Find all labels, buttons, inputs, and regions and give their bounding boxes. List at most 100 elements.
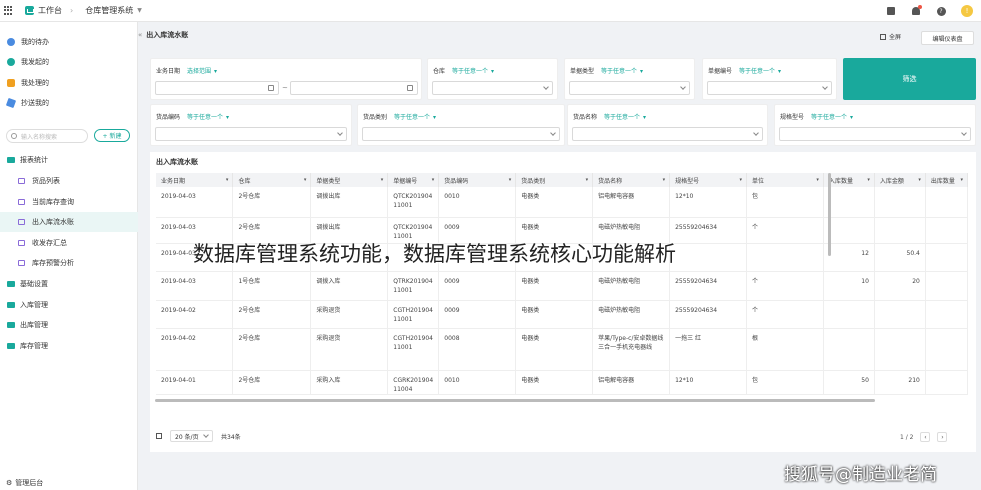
pagination-left: 20 条/页 共34条: [156, 430, 241, 442]
sidebar-item-cc[interactable]: 抄送我的: [0, 93, 138, 113]
sidebar-item-initiated[interactable]: 我发起的: [0, 52, 138, 72]
filter-operator[interactable]: 等于任意一个: [811, 114, 847, 121]
filter-button[interactable]: 筛选: [843, 58, 976, 100]
filter-operator[interactable]: 等于任意一个: [394, 114, 430, 121]
table-row[interactable]: 2019-04-02 2号仓库 采购退货 CGTH20190411001 0008 电器类…: [156, 328, 968, 371]
filter-operator[interactable]: 等于任意一个: [739, 68, 775, 75]
new-button[interactable]: + 新建: [94, 129, 130, 142]
caret-down-icon[interactable]: ▾: [214, 68, 217, 75]
table-horizontal-scrollbar[interactable]: [155, 399, 875, 402]
sort-icon[interactable]: ▾: [226, 177, 229, 183]
column-header[interactable]: 出库数量 ▾: [925, 173, 968, 187]
apps-grid-icon[interactable]: [4, 6, 13, 15]
column-header[interactable]: 业务日期 ▾: [156, 173, 234, 187]
item-category-select[interactable]: [362, 127, 560, 141]
doc-type-select[interactable]: [569, 81, 690, 95]
doc-no-select[interactable]: [707, 81, 832, 95]
report-icon: [18, 260, 25, 266]
caret-down-icon[interactable]: ▼: [137, 7, 142, 14]
column-header[interactable]: 货品名称 ▾: [592, 173, 671, 187]
page-size-select[interactable]: 20 条/页: [170, 430, 213, 442]
admin-link[interactable]: ⚙ 管理后台: [6, 478, 43, 488]
date-start-input[interactable]: [155, 81, 279, 95]
table-cell: 210: [874, 370, 926, 395]
bell-icon[interactable]: [911, 5, 922, 16]
table-cell: 包: [746, 370, 824, 395]
filter-operator[interactable]: 等于任意一个: [452, 68, 488, 75]
sort-icon[interactable]: ▾: [867, 177, 870, 183]
column-header[interactable]: 入库金额 ▾: [874, 173, 926, 187]
folder-icon: [7, 302, 15, 308]
column-header[interactable]: 货品编码 ▾: [438, 173, 517, 187]
sort-icon[interactable]: ▾: [586, 177, 589, 183]
notebook-icon[interactable]: [886, 6, 896, 16]
fullscreen-button[interactable]: 全屏: [880, 32, 901, 41]
sidebar-search-input[interactable]: 输入名称搜索: [6, 129, 88, 143]
sidebar-item-todo[interactable]: 我的待办: [0, 32, 138, 52]
table-row[interactable]: 2019-04-02 2号仓库 采购退货 CGTH20190411001 0009 电器类…: [156, 300, 968, 329]
sidebar-group-reports[interactable]: 报表统计: [0, 150, 138, 170]
sort-icon[interactable]: ▾: [918, 177, 921, 183]
filter-operator[interactable]: 等于任意一个: [604, 114, 640, 121]
fullscreen-icon: [880, 33, 886, 40]
workspace-link[interactable]: 工作台: [38, 5, 62, 16]
sort-icon[interactable]: ▾: [509, 177, 512, 183]
collapse-icon[interactable]: «: [138, 31, 142, 39]
chevron-down-icon: [753, 130, 759, 136]
folder-icon: [7, 281, 15, 287]
sort-icon[interactable]: ▾: [960, 177, 963, 183]
sidebar-item-handled[interactable]: 我处理的: [0, 73, 138, 93]
sort-icon[interactable]: ▾: [381, 177, 384, 183]
sidebar-item-journal[interactable]: 出入库流水账: [0, 212, 138, 232]
column-header[interactable]: 仓库 ▾: [232, 173, 312, 187]
column-header[interactable]: 入库数量 ▾: [823, 173, 875, 187]
table-body: 2019-04-03 2号仓库 调拨出库 QTCK20190411001 0010 电器类…: [156, 187, 968, 395]
sidebar-group-outbound[interactable]: 出库管理: [0, 315, 138, 335]
table-cell: [823, 328, 875, 371]
column-header[interactable]: 单据类型 ▾: [310, 173, 389, 187]
prev-page-button[interactable]: ‹: [920, 432, 931, 442]
table-cell: 2019-04-03: [156, 271, 234, 301]
column-header[interactable]: 单位 ▾: [746, 173, 824, 187]
table-row[interactable]: 2019-04-01 2号仓库 采购入库 CGRK20190411004 0010 电器类…: [156, 370, 968, 395]
table-cell: 25559204634: [669, 300, 748, 329]
report-icon: [18, 199, 25, 205]
table-vertical-scrollbar[interactable]: [828, 173, 831, 256]
sort-icon[interactable]: ▾: [740, 177, 743, 183]
filter-operator[interactable]: 等于任意一个: [187, 114, 223, 121]
column-header[interactable]: 规格型号 ▾: [669, 173, 748, 187]
sort-icon[interactable]: ▾: [432, 177, 435, 183]
sidebar-group-inbound[interactable]: 入库管理: [0, 295, 138, 315]
sidebar-item-label: 出入库流水账: [32, 218, 74, 226]
sort-icon[interactable]: ▾: [816, 177, 819, 183]
app-name[interactable]: 仓库管理系统: [85, 5, 133, 16]
avatar[interactable]: !: [961, 5, 973, 17]
sidebar-group-inventory[interactable]: 库存管理: [0, 336, 138, 356]
columns-icon[interactable]: [156, 433, 162, 439]
item-name-select[interactable]: [572, 127, 763, 141]
column-header[interactable]: 货品类别 ▾: [515, 173, 594, 187]
help-icon[interactable]: ?: [936, 6, 946, 16]
table-cell: QTRK20190411001: [387, 271, 440, 301]
journal-table[interactable]: 业务日期 ▾ 仓库 ▾ 单据类型 ▾ 单据编号 ▾ 货品编码 ▾ 货品类别 ▾ 货品名称 ▾ 规格型号 ▾ 单位…: [156, 173, 968, 397]
warehouse-select[interactable]: [432, 81, 553, 95]
next-page-button[interactable]: ›: [937, 432, 948, 442]
filter-operator[interactable]: 等于任意一个: [601, 68, 637, 75]
sidebar-item-alert[interactable]: 库存预警分析: [0, 253, 138, 273]
table-row[interactable]: 2019-04-03 2号仓库 调拨出库 QTCK20190411001 0010 电器类…: [156, 187, 968, 218]
sidebar-item-summary[interactable]: 收发存汇总: [0, 233, 138, 253]
column-header[interactable]: 单据编号 ▾: [387, 173, 440, 187]
chevron-down-icon: [550, 130, 556, 136]
spec-select[interactable]: [779, 127, 971, 141]
table-cell: [925, 243, 968, 272]
sidebar-group-basic[interactable]: 基础设置: [0, 274, 138, 294]
sort-icon[interactable]: ▾: [304, 177, 307, 183]
sort-icon[interactable]: ▾: [663, 177, 666, 183]
date-end-input[interactable]: [290, 81, 418, 95]
item-code-select[interactable]: [155, 127, 347, 141]
filter-operator[interactable]: 选择范围: [187, 68, 211, 75]
sidebar-item-item-list[interactable]: 货品列表: [0, 171, 138, 191]
table-row[interactable]: 2019-04-03 1号仓库 调拨入库 QTRK20190411001 0009 电器类…: [156, 271, 968, 301]
edit-dashboard-button[interactable]: 编辑仪表盘: [921, 31, 974, 45]
sidebar-item-stock-query[interactable]: 当前库存查询: [0, 192, 138, 212]
